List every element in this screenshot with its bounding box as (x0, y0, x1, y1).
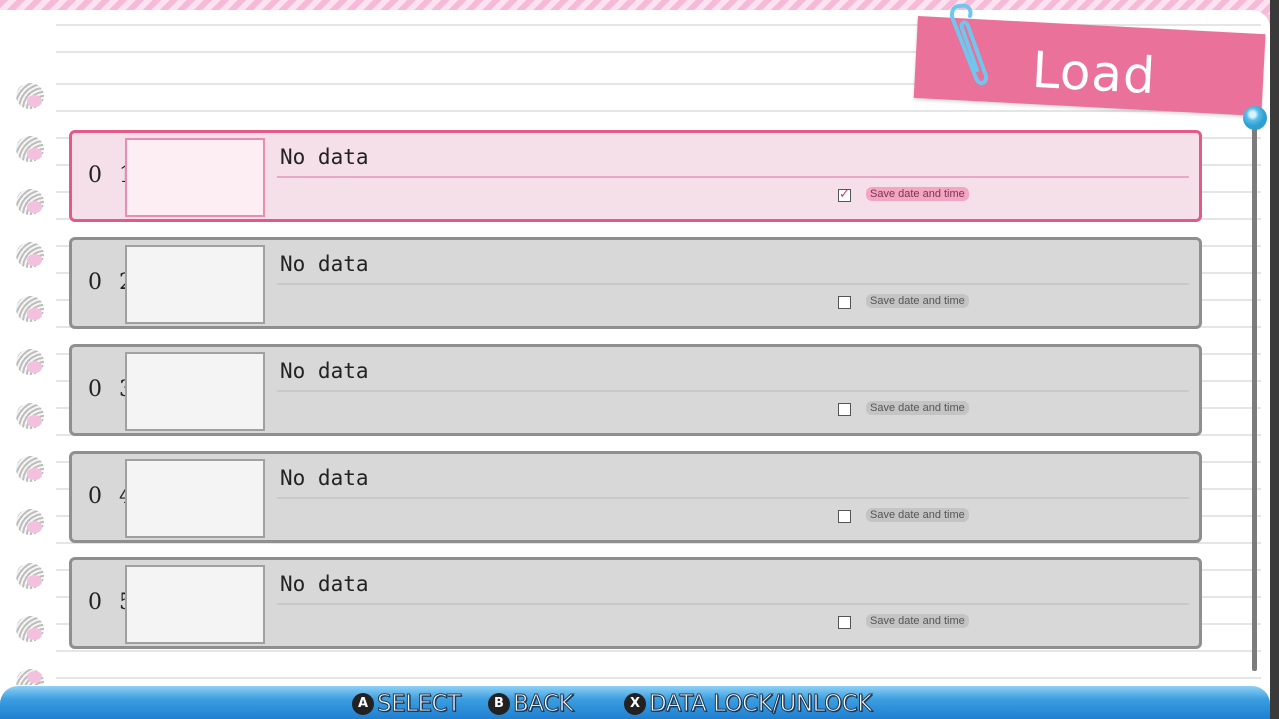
data-lock-label: DATA LOCK/UNLOCK (649, 690, 873, 717)
save-slot-04[interactable]: 0 4 No data Save date and time (69, 451, 1202, 543)
slot-thumbnail (125, 245, 265, 324)
spiral-ring-icon (16, 136, 44, 162)
checkbox-icon[interactable] (838, 296, 851, 309)
screen-title: Load (1030, 40, 1158, 106)
data-lock-hint[interactable]: X DATA LOCK/UNLOCK (624, 688, 873, 719)
select-hint[interactable]: A SELECT (352, 688, 462, 719)
spiral-ring-icon (16, 189, 44, 215)
spiral-ring-icon (16, 456, 44, 482)
spiral-ring-icon (16, 616, 44, 642)
select-label: SELECT (377, 690, 462, 717)
b-button-icon: B (488, 692, 510, 715)
back-label: BACK (512, 690, 574, 717)
save-slot-01[interactable]: 0 1 No data ✓ Save date and time (69, 130, 1202, 222)
a-button-icon: A (352, 692, 374, 715)
slot-divider (277, 497, 1189, 499)
checkbox-icon[interactable] (838, 403, 851, 416)
save-slot-03[interactable]: 0 3 No data Save date and time (69, 344, 1202, 436)
checkbox-icon[interactable] (838, 616, 851, 629)
save-date-label: Save date and time (866, 508, 969, 522)
save-date-label: Save date and time (866, 294, 969, 308)
slot-divider (277, 176, 1189, 178)
slot-divider (277, 283, 1189, 285)
slot-thumbnail (125, 459, 265, 538)
scroll-knob-icon[interactable] (1243, 106, 1267, 130)
spiral-ring-icon (16, 242, 44, 268)
slot-title: No data (280, 466, 369, 490)
slot-divider (277, 603, 1189, 605)
spiral-ring-icon (16, 563, 44, 589)
paperclip-icon (950, 3, 989, 85)
spiral-ring-icon (16, 403, 44, 429)
slot-thumbnail (125, 352, 265, 431)
slot-divider (277, 390, 1189, 392)
slot-title: No data (280, 252, 369, 276)
slot-title: No data (280, 359, 369, 383)
spiral-ring-icon (16, 83, 44, 109)
x-button-icon: X (624, 692, 646, 715)
save-slot-02[interactable]: 0 2 No data Save date and time (69, 237, 1202, 329)
checkbox-icon[interactable] (838, 510, 851, 523)
save-date-label: Save date and time (866, 401, 969, 415)
spiral-ring-icon (16, 509, 44, 535)
save-date-label: Save date and time (866, 187, 969, 201)
window-edge (1270, 0, 1279, 719)
spiral-ring-icon (16, 669, 44, 685)
spiral-ring-icon (16, 349, 44, 375)
save-slot-05[interactable]: 0 5 No data Save date and time (69, 557, 1202, 649)
save-date-label: Save date and time (866, 614, 969, 628)
slot-thumbnail (125, 138, 265, 217)
slot-title: No data (280, 572, 369, 596)
scrollbar-track[interactable] (1252, 118, 1257, 671)
checkbox-icon[interactable]: ✓ (838, 188, 851, 202)
slot-thumbnail (125, 565, 265, 644)
spiral-ring-icon (16, 296, 44, 322)
back-hint[interactable]: B BACK (488, 688, 574, 719)
slot-title: No data (280, 145, 369, 169)
